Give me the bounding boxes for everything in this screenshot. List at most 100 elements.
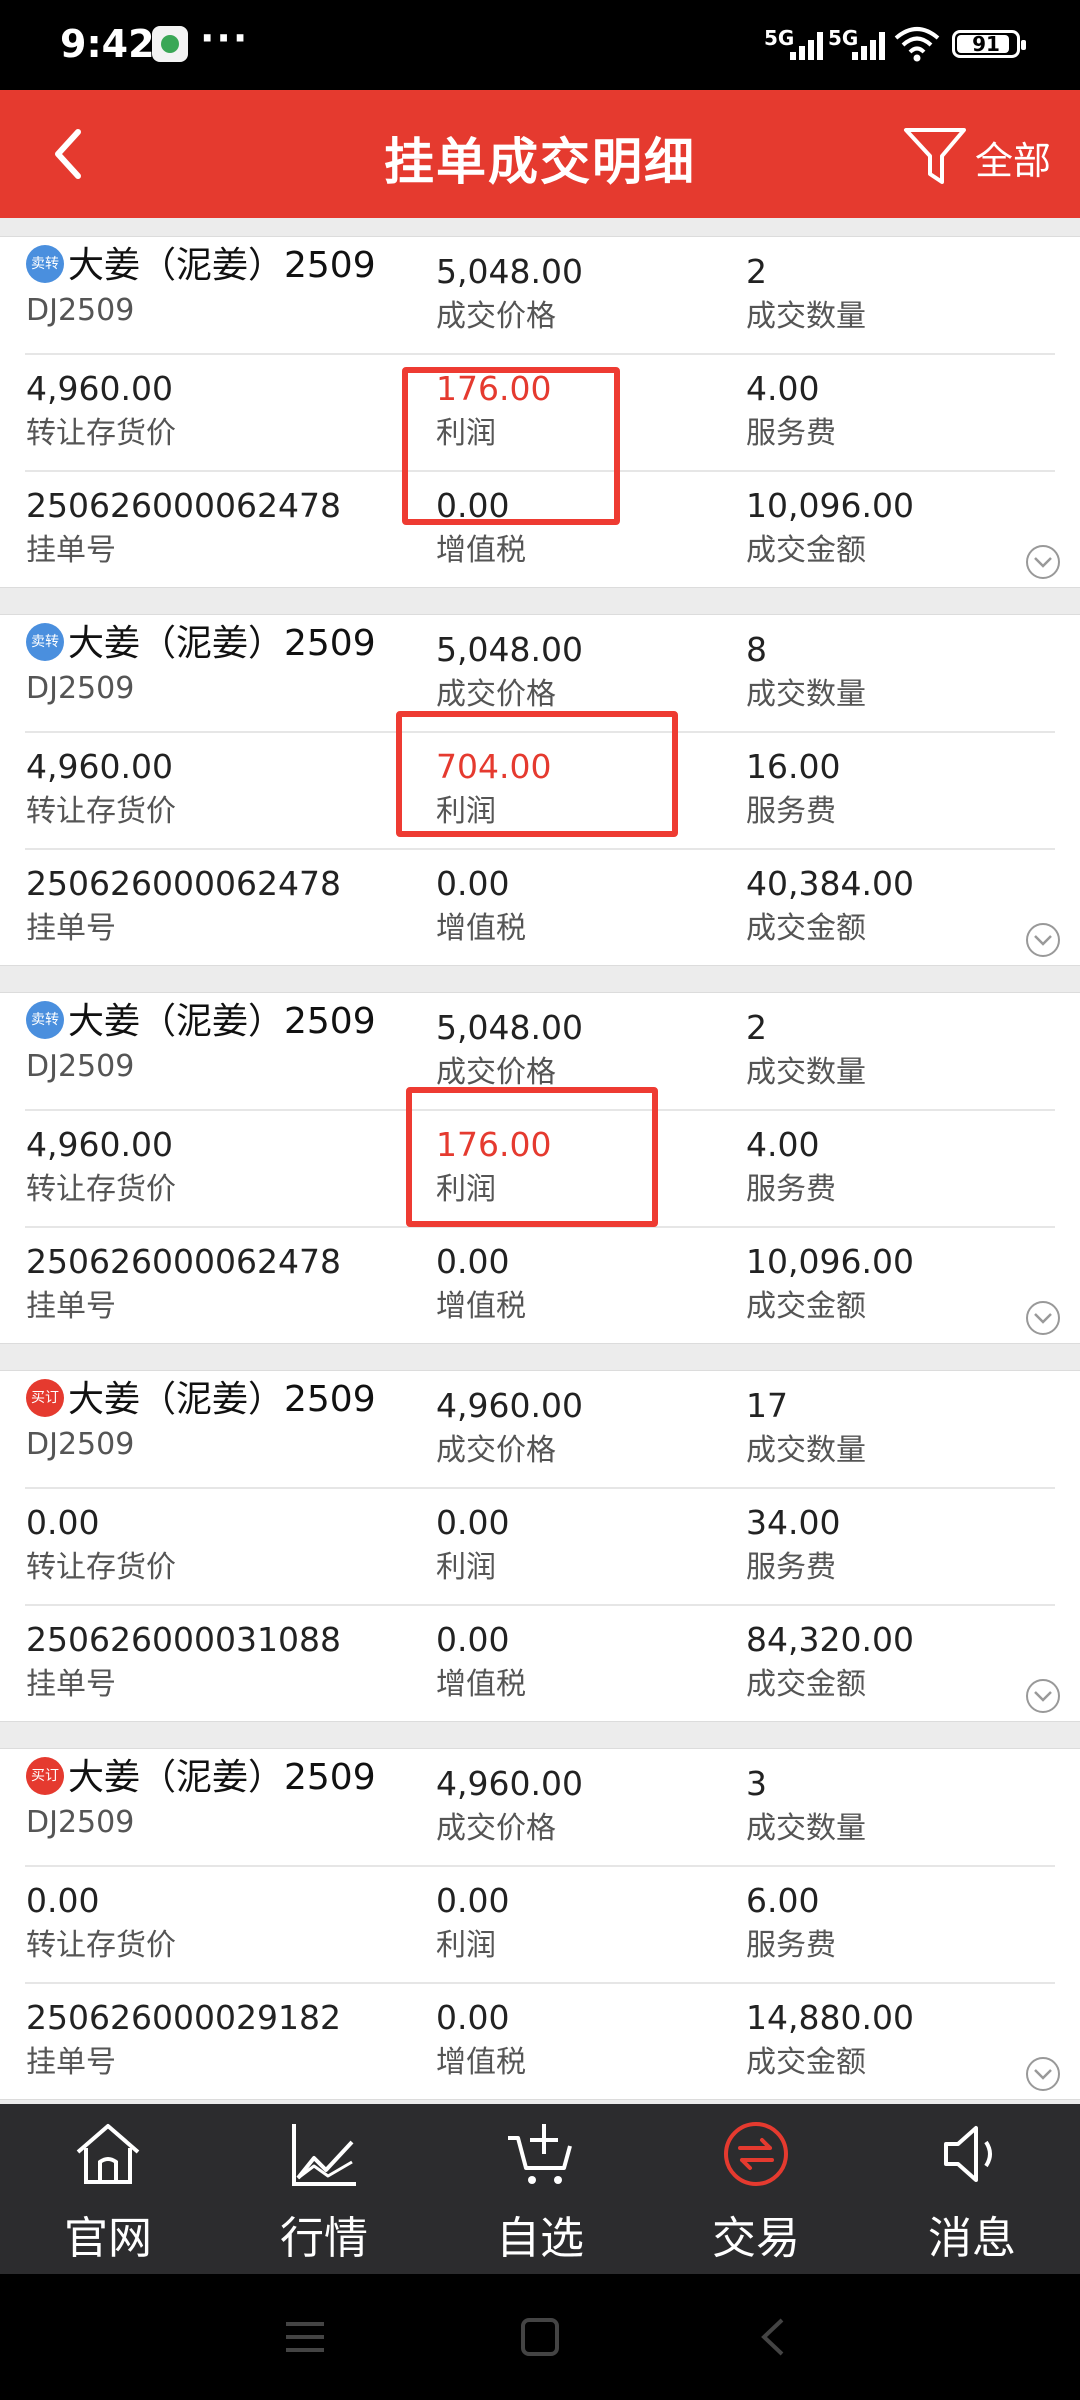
sell-transfer-badge: 卖转: [26, 245, 64, 283]
deal-amount-value: 10,096.00: [746, 486, 914, 525]
service-fee-label: 服务费: [746, 416, 836, 451]
deal-amount-label: 成交金额: [746, 911, 866, 946]
trade-record-card[interactable]: 买订 大姜（泥姜）2509 DJ2509 4,960.00 成交价格 17 成交数量 …: [0, 1370, 1080, 1722]
deal-amount-label: 成交金额: [746, 533, 866, 568]
home-icon: [76, 2124, 140, 2184]
trade-record-list[interactable]: 卖转 大姜（泥姜）2509 DJ2509 5,048.00 成交价格 2 成交数量 4…: [0, 218, 1080, 2104]
signal-strength-icon: [790, 30, 830, 60]
deal-qty-value: 3: [746, 1764, 767, 1803]
transfer-price-value: 0.00: [26, 1881, 100, 1920]
recent-apps-icon[interactable]: [280, 2312, 330, 2362]
order-no-label: 挂单号: [26, 911, 116, 946]
transfer-price-value: 4,960.00: [26, 369, 173, 408]
app-notification-icon: [152, 26, 188, 62]
service-fee-value: 4.00: [746, 1125, 820, 1164]
record-row-order: 250626000031088 挂单号 0.00 增值税 84,320.00 成交金额: [0, 1605, 1080, 1721]
deal-amount-value: 84,320.00: [746, 1620, 914, 1659]
nav-item-watchlist[interactable]: 自选: [432, 2104, 648, 2274]
trade-record-card[interactable]: 卖转 大姜（泥姜）2509 DJ2509 5,048.00 成交价格 8 成交数量 4…: [0, 614, 1080, 966]
expand-chevron-icon[interactable]: [1024, 1677, 1062, 1715]
deal-price-value: 4,960.00: [436, 1764, 583, 1803]
expand-chevron-icon[interactable]: [1024, 921, 1062, 959]
transfer-price-value: 0.00: [26, 1503, 100, 1542]
vat-value: 0.00: [436, 1620, 510, 1659]
trade-record-card[interactable]: 卖转 大姜（泥姜）2509 DJ2509 5,048.00 成交价格 2 成交数量 4…: [0, 992, 1080, 1344]
product-code: DJ2509: [26, 1427, 135, 1462]
deal-qty-label: 成交数量: [746, 677, 866, 712]
product-name: 大姜（泥姜）2509: [68, 1757, 376, 1798]
chart-icon: [292, 2124, 356, 2186]
deal-qty-label: 成交数量: [746, 299, 866, 334]
order-no-value: 250626000031088: [26, 1620, 341, 1659]
nav-item-trade[interactable]: 交易: [648, 2104, 864, 2274]
vat-label: 增值税: [436, 1289, 526, 1324]
product-name: 大姜（泥姜）2509: [68, 623, 376, 664]
deal-qty-label: 成交数量: [746, 1433, 866, 1468]
expand-chevron-icon[interactable]: [1024, 2055, 1062, 2093]
nav-label-official-site: 官网: [64, 2213, 152, 2264]
service-fee-value: 16.00: [746, 747, 841, 786]
filter-icon[interactable]: [902, 124, 968, 190]
transfer-price-label: 转让存货价: [26, 1928, 176, 1963]
status-bar: 9:42 ··· 5G 5G 91: [0, 0, 1080, 90]
system-nav-bar: [0, 2274, 1080, 2400]
vat-value: 0.00: [436, 864, 510, 903]
product-name: 大姜（泥姜）2509: [68, 1379, 376, 1420]
status-time: 9:42: [60, 22, 155, 66]
deal-qty-label: 成交数量: [746, 1055, 866, 1090]
transfer-price-label: 转让存货价: [26, 1172, 176, 1207]
service-fee-value: 34.00: [746, 1503, 841, 1542]
profit-highlight-box: [406, 1087, 658, 1227]
record-row-product: 卖转 大姜（泥姜）2509 DJ2509 5,048.00 成交价格 2 成交数量: [0, 237, 1080, 353]
trade-record-card[interactable]: 买订 大姜（泥姜）2509 DJ2509 4,960.00 成交价格 3 成交数量 0…: [0, 1748, 1080, 2100]
transfer-price-value: 4,960.00: [26, 747, 173, 786]
deal-price-label: 成交价格: [436, 299, 556, 334]
vat-label: 增值税: [436, 2045, 526, 2080]
nav-item-official-site[interactable]: 官网: [0, 2104, 216, 2274]
trade-exchange-icon: [724, 2122, 788, 2186]
deal-price-label: 成交价格: [436, 1811, 556, 1846]
expand-chevron-icon[interactable]: [1024, 1299, 1062, 1337]
nav-item-messages[interactable]: 消息: [864, 2104, 1080, 2274]
product-code: DJ2509: [26, 671, 135, 706]
deal-amount-value: 10,096.00: [746, 1242, 914, 1281]
filter-all-button[interactable]: 全部: [975, 130, 1051, 185]
vat-label: 增值税: [436, 533, 526, 568]
profit-value: 0.00: [436, 1503, 510, 1542]
vat-label: 增值税: [436, 911, 526, 946]
deal-price-value: 5,048.00: [436, 252, 583, 291]
system-back-icon[interactable]: [750, 2312, 800, 2362]
nav-item-market[interactable]: 行情: [216, 2104, 432, 2274]
transfer-price-label: 转让存货价: [26, 416, 176, 451]
profit-value: 0.00: [436, 1881, 510, 1920]
sell-transfer-badge: 卖转: [26, 623, 64, 661]
battery-icon: 91: [952, 30, 1026, 58]
product-name: 大姜（泥姜）2509: [68, 245, 376, 286]
nav-label-market: 行情: [280, 2213, 368, 2264]
profit-label: 利润: [436, 1550, 496, 1585]
home-button-icon[interactable]: [515, 2312, 565, 2362]
record-row-price: 0.00 转让存货价 0.00 利润 34.00 服务费: [0, 1488, 1080, 1604]
order-no-value: 250626000062478: [26, 486, 341, 525]
deal-amount-value: 14,880.00: [746, 1998, 914, 2037]
vat-value: 0.00: [436, 1998, 510, 2037]
expand-chevron-icon[interactable]: [1024, 543, 1062, 581]
service-fee-value: 4.00: [746, 369, 820, 408]
buy-order-badge: 买订: [26, 1379, 64, 1417]
service-fee-value: 6.00: [746, 1881, 820, 1920]
deal-qty-value: 8: [746, 630, 767, 669]
deal-price-value: 4,960.00: [436, 1386, 583, 1425]
deal-amount-value: 40,384.00: [746, 864, 914, 903]
profit-highlight-box: [396, 711, 678, 837]
profit-label: 利润: [436, 1928, 496, 1963]
order-no-label: 挂单号: [26, 2045, 116, 2080]
record-row-product: 买订 大姜（泥姜）2509 DJ2509 4,960.00 成交价格 17 成交数量: [0, 1371, 1080, 1487]
order-no-value: 250626000062478: [26, 1242, 341, 1281]
wifi-icon: [894, 27, 940, 62]
trade-record-card[interactable]: 卖转 大姜（泥姜）2509 DJ2509 5,048.00 成交价格 2 成交数量 4…: [0, 236, 1080, 588]
service-fee-label: 服务费: [746, 1928, 836, 1963]
cart-add-icon: [508, 2124, 572, 2184]
nav-label-messages: 消息: [928, 2213, 1016, 2264]
order-no-label: 挂单号: [26, 1289, 116, 1324]
order-no-label: 挂单号: [26, 533, 116, 568]
